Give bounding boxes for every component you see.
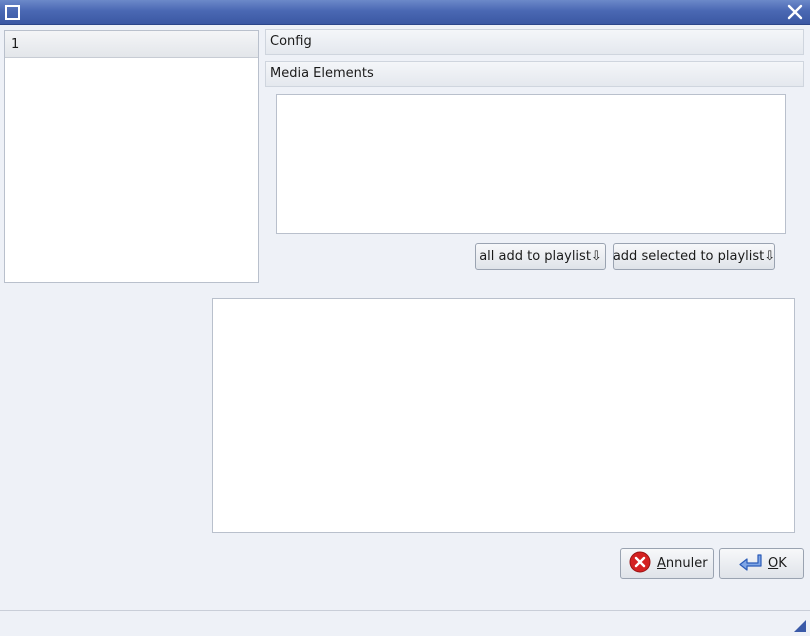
config-section-header[interactable]: Config	[265, 29, 804, 55]
status-bar	[0, 610, 810, 636]
media-elements-list[interactable]	[276, 94, 786, 234]
media-elements-section-header[interactable]: Media Elements	[265, 61, 804, 87]
playlist-list[interactable]	[212, 298, 795, 533]
all-add-to-playlist-button[interactable]: all add to playlist⇩	[475, 243, 606, 270]
ok-label: OK	[768, 556, 787, 571]
window-menu-icon[interactable]	[5, 5, 20, 20]
list-item-label: 1	[11, 37, 20, 52]
item-list[interactable]: 1	[4, 30, 259, 283]
resize-grip-icon[interactable]	[794, 620, 806, 632]
cancel-button[interactable]: Annuler	[620, 548, 714, 579]
config-section-label: Config	[270, 34, 312, 49]
cancel-icon	[629, 551, 651, 577]
enter-arrow-icon	[738, 552, 762, 576]
ok-button[interactable]: OK	[719, 548, 804, 579]
all-add-to-playlist-label: all add to playlist⇩	[479, 249, 602, 264]
add-selected-to-playlist-button[interactable]: add selected to playlist⇩	[613, 243, 775, 270]
title-bar	[0, 0, 810, 25]
media-elements-section-label: Media Elements	[270, 66, 374, 81]
add-selected-to-playlist-label: add selected to playlist⇩	[612, 249, 776, 264]
list-item[interactable]: 1	[5, 31, 258, 58]
cancel-label: Annuler	[657, 556, 708, 571]
close-icon[interactable]	[785, 2, 805, 22]
